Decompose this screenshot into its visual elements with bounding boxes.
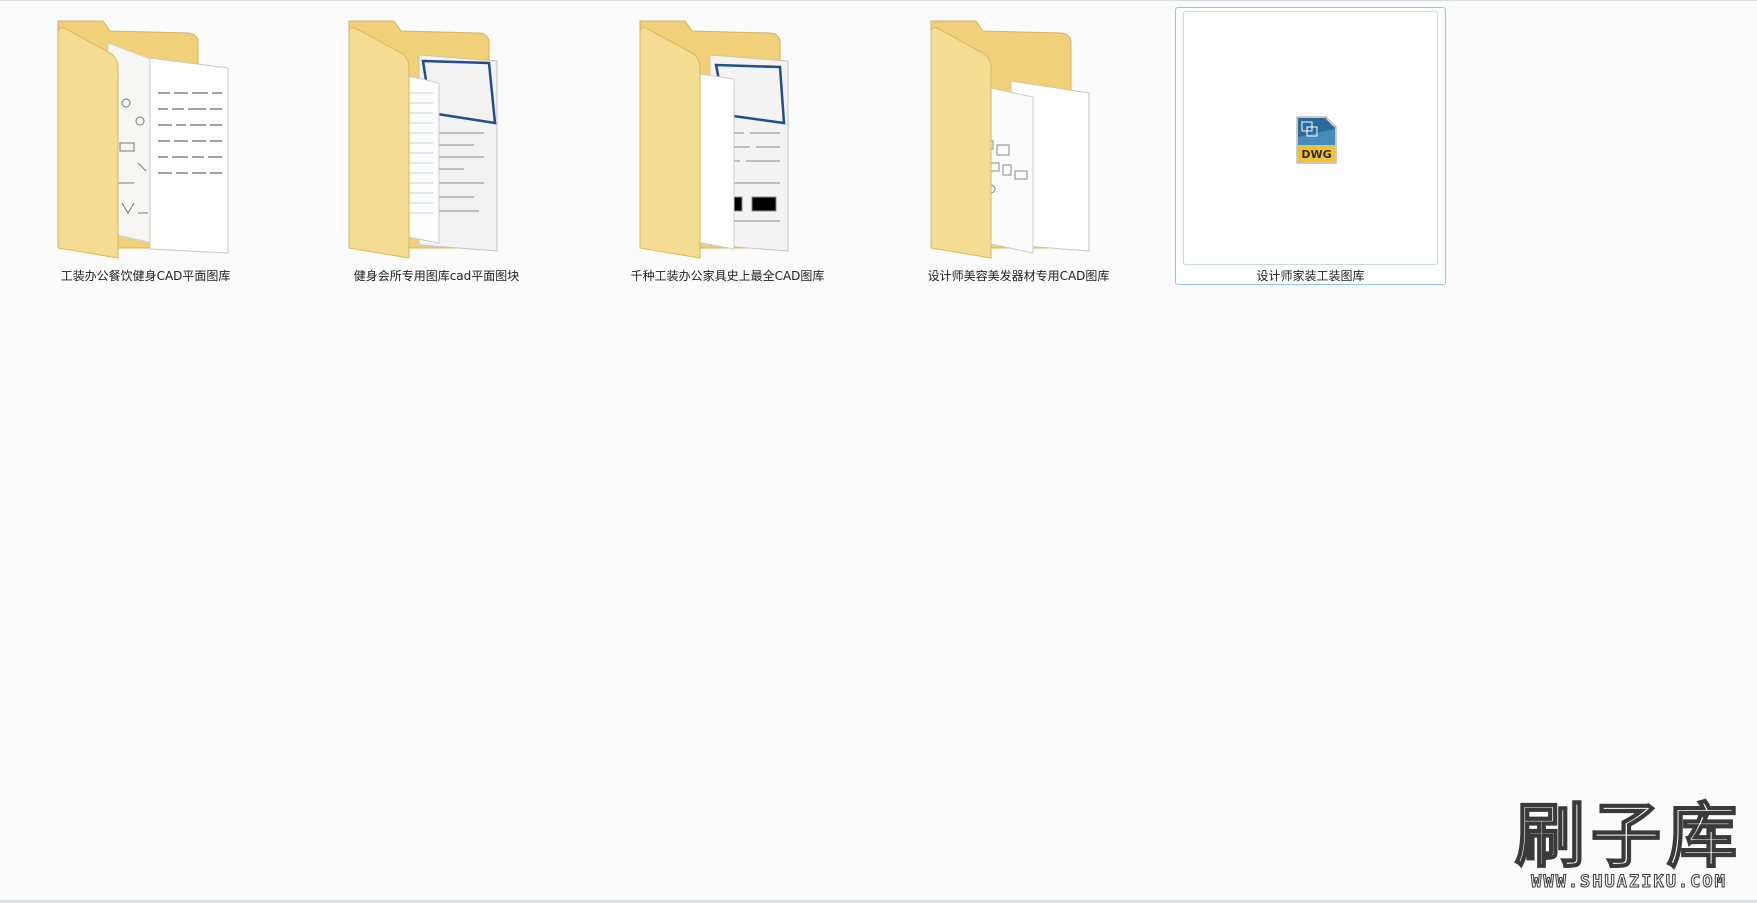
watermark: 刷子库 WWW.SHUAZIKU.COM — [1514, 795, 1743, 894]
explorer-window: 工装办公餐饮健身CAD平面图库 健身会所专用图库cad平面图块 千种工装办公家具… — [0, 0, 1757, 903]
folder-thumbnail — [600, 11, 855, 265]
watermark-url: WWW.SHUAZIKU.COM — [1531, 872, 1727, 893]
item-label: 千种工装办公家具史上最全CAD图库 — [630, 269, 825, 283]
folder-thumbnail — [891, 11, 1146, 265]
item-label: 设计师美容美发器材专用CAD图库 — [927, 269, 1110, 283]
file-grid: 工装办公餐饮健身CAD平面图库 健身会所专用图库cad平面图块 千种工装办公家具… — [0, 1, 1757, 301]
item-label: 健身会所专用图库cad平面图块 — [353, 269, 520, 283]
folder-icon — [639, 20, 789, 259]
dwg-file-item[interactable]: DWG 设计师家装工装图库 — [1175, 7, 1446, 285]
folder-icon — [348, 20, 498, 259]
folder-item[interactable]: 健身会所专用图库cad平面图块 — [301, 7, 572, 285]
folder-thumbnail — [18, 11, 273, 265]
folder-item[interactable]: 设计师美容美发器材专用CAD图库 — [883, 7, 1154, 285]
file-thumbnail: DWG — [1183, 11, 1438, 265]
folder-item[interactable]: 千种工装办公家具史上最全CAD图库 — [592, 7, 863, 285]
folder-icon — [57, 20, 229, 259]
folder-item[interactable]: 工装办公餐饮健身CAD平面图库 — [10, 7, 281, 285]
dwg-badge: DWG — [1301, 148, 1331, 161]
watermark-title: 刷子库 — [1514, 795, 1743, 877]
dwg-file-icon: DWG — [1296, 116, 1337, 164]
item-label: 工装办公餐饮健身CAD平面图库 — [60, 269, 231, 283]
item-label: 设计师家装工装图库 — [1256, 269, 1365, 283]
folder-icon — [930, 20, 1090, 259]
folder-thumbnail — [309, 11, 564, 265]
